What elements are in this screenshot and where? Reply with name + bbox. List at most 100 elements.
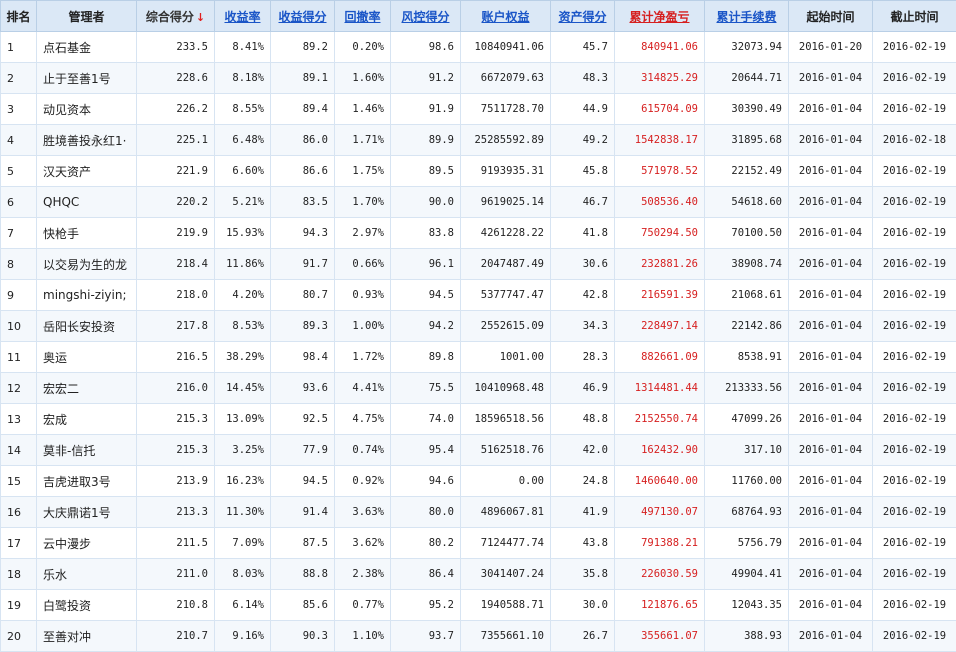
table-row: 3动见资本226.28.55%89.41.46%91.97511728.7044…: [1, 94, 956, 125]
cell-rank: 4: [1, 125, 37, 156]
cell-net-pnl: 355661.07: [615, 621, 705, 652]
column-header-label: 排名: [6, 10, 30, 24]
cell-risk-score: 75.5: [391, 373, 461, 404]
cell-start-time: 2016-01-04: [789, 466, 873, 497]
cell-account-equity: 4896067.81: [461, 497, 551, 528]
cell-asset-score: 30.6: [551, 249, 615, 280]
cell-manager: 奥运: [37, 342, 137, 373]
cell-fees: 54618.60: [705, 187, 789, 218]
cell-total-score: 216.5: [137, 342, 215, 373]
cell-fees: 22152.49: [705, 156, 789, 187]
column-header-return-rate[interactable]: 收益率: [215, 1, 271, 32]
cell-end-time: 2016-02-19: [873, 63, 956, 94]
column-header-label: 截止时间: [890, 10, 938, 24]
cell-rank: 16: [1, 497, 37, 528]
cell-return-score: 80.7: [271, 280, 335, 311]
cell-rank: 18: [1, 559, 37, 590]
cell-risk-score: 91.9: [391, 94, 461, 125]
cell-asset-score: 30.0: [551, 590, 615, 621]
cell-asset-score: 45.7: [551, 32, 615, 63]
cell-return-score: 89.3: [271, 311, 335, 342]
table-row: 12宏宏二216.014.45%93.64.41%75.510410968.48…: [1, 373, 956, 404]
cell-asset-score: 48.8: [551, 404, 615, 435]
cell-return-rate: 3.25%: [215, 435, 271, 466]
column-header-return-score[interactable]: 收益得分: [271, 1, 335, 32]
cell-drawdown-rate: 1.75%: [335, 156, 391, 187]
cell-total-score: 233.5: [137, 32, 215, 63]
table-row: 11奥运216.538.29%98.41.72%89.81001.0028.38…: [1, 342, 956, 373]
table-row: 2止于至善1号228.68.18%89.11.60%91.26672079.63…: [1, 63, 956, 94]
column-header-label: 综合得分: [146, 10, 194, 24]
cell-drawdown-rate: 0.74%: [335, 435, 391, 466]
cell-asset-score: 49.2: [551, 125, 615, 156]
cell-risk-score: 90.0: [391, 187, 461, 218]
column-header-risk-score[interactable]: 风控得分: [391, 1, 461, 32]
cell-total-score: 210.7: [137, 621, 215, 652]
cell-drawdown-rate: 4.75%: [335, 404, 391, 435]
cell-net-pnl: 750294.50: [615, 218, 705, 249]
cell-start-time: 2016-01-04: [789, 559, 873, 590]
column-header-total-score[interactable]: 综合得分↓: [137, 1, 215, 32]
table-row: 19白鹭投资210.86.14%85.60.77%95.21940588.713…: [1, 590, 956, 621]
cell-total-score: 210.8: [137, 590, 215, 621]
cell-manager: 莫非-信托: [37, 435, 137, 466]
column-header-rank: 排名: [1, 1, 37, 32]
cell-return-score: 98.4: [271, 342, 335, 373]
cell-total-score: 218.0: [137, 280, 215, 311]
table-row: 13宏成215.313.09%92.54.75%74.018596518.564…: [1, 404, 956, 435]
column-header-fees[interactable]: 累计手续费: [705, 1, 789, 32]
cell-risk-score: 89.9: [391, 125, 461, 156]
cell-total-score: 213.9: [137, 466, 215, 497]
cell-account-equity: 3041407.24: [461, 559, 551, 590]
cell-net-pnl: 840941.06: [615, 32, 705, 63]
cell-asset-score: 42.8: [551, 280, 615, 311]
cell-net-pnl: 1542838.17: [615, 125, 705, 156]
cell-rank: 6: [1, 187, 37, 218]
cell-start-time: 2016-01-04: [789, 435, 873, 466]
column-header-asset-score[interactable]: 资产得分: [551, 1, 615, 32]
cell-rank: 10: [1, 311, 37, 342]
cell-fees: 11760.00: [705, 466, 789, 497]
cell-return-rate: 6.48%: [215, 125, 271, 156]
cell-total-score: 218.4: [137, 249, 215, 280]
cell-total-score: 217.8: [137, 311, 215, 342]
cell-net-pnl: 232881.26: [615, 249, 705, 280]
cell-fees: 32073.94: [705, 32, 789, 63]
table-row: 4胜境善投永红1·225.16.48%86.01.71%89.925285592…: [1, 125, 956, 156]
cell-start-time: 2016-01-20: [789, 32, 873, 63]
cell-start-time: 2016-01-04: [789, 249, 873, 280]
table-row: 18乐水211.08.03%88.82.38%86.43041407.2435.…: [1, 559, 956, 590]
cell-end-time: 2016-02-19: [873, 528, 956, 559]
cell-return-score: 90.3: [271, 621, 335, 652]
cell-rank: 2: [1, 63, 37, 94]
column-header-manager: 管理者: [37, 1, 137, 32]
cell-drawdown-rate: 0.92%: [335, 466, 391, 497]
cell-rank: 1: [1, 32, 37, 63]
cell-fees: 68764.93: [705, 497, 789, 528]
cell-end-time: 2016-02-19: [873, 249, 956, 280]
column-header-label: 累计净盈亏: [629, 10, 689, 24]
table-header: 排名管理者综合得分↓收益率收益得分回撤率风控得分账户权益资产得分累计净盈亏 累计手…: [1, 1, 956, 32]
cell-end-time: 2016-02-19: [873, 187, 956, 218]
cell-fees: 8538.91: [705, 342, 789, 373]
cell-risk-score: 91.2: [391, 63, 461, 94]
cell-asset-score: 46.7: [551, 187, 615, 218]
cell-end-time: 2016-02-19: [873, 435, 956, 466]
column-header-drawdown-rate[interactable]: 回撤率: [335, 1, 391, 32]
cell-end-time: 2016-02-19: [873, 404, 956, 435]
cell-net-pnl: 162432.90: [615, 435, 705, 466]
cell-account-equity: 18596518.56: [461, 404, 551, 435]
cell-account-equity: 0.00: [461, 466, 551, 497]
cell-manager: 乐水: [37, 559, 137, 590]
table-row: 5汉天资产221.96.60%86.61.75%89.59193935.3145…: [1, 156, 956, 187]
column-header-account-equity[interactable]: 账户权益: [461, 1, 551, 32]
cell-start-time: 2016-01-04: [789, 280, 873, 311]
cell-return-score: 86.6: [271, 156, 335, 187]
cell-end-time: 2016-02-19: [873, 342, 956, 373]
cell-rank: 9: [1, 280, 37, 311]
column-header-net-pnl[interactable]: 累计净盈亏: [615, 1, 705, 32]
cell-net-pnl: 121876.65: [615, 590, 705, 621]
cell-rank: 15: [1, 466, 37, 497]
cell-account-equity: 10410968.48: [461, 373, 551, 404]
cell-rank: 11: [1, 342, 37, 373]
